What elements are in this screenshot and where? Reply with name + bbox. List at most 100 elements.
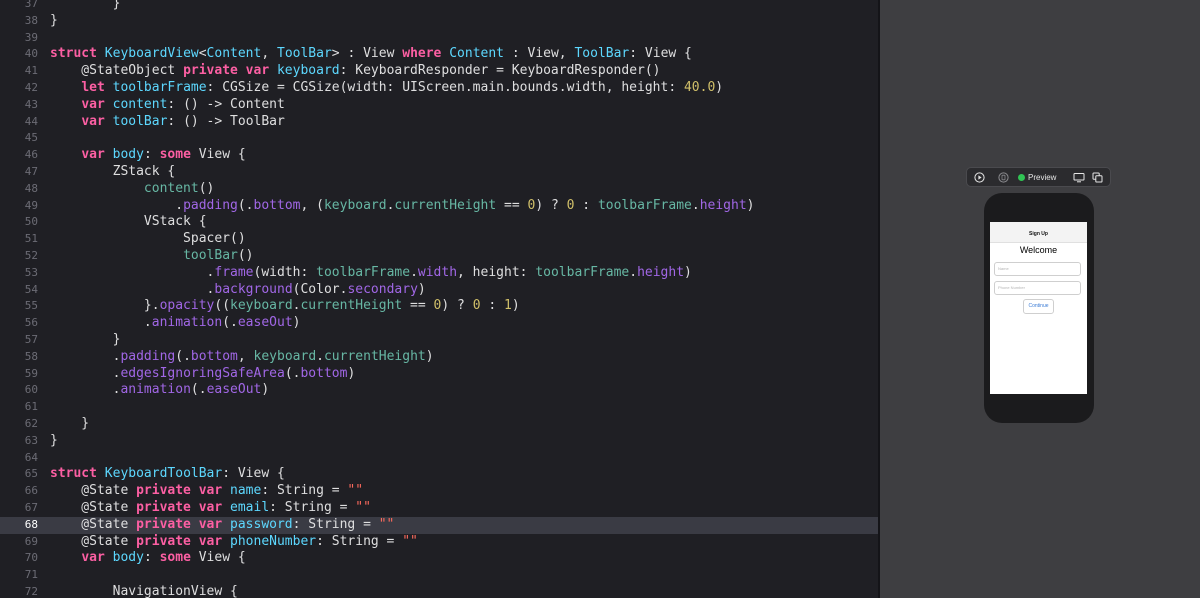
code-line[interactable]: 65 struct KeyboardToolBar: View { [0, 466, 878, 483]
code-token: padding [183, 197, 238, 213]
code-text[interactable]: VStack { [50, 214, 207, 231]
code-line[interactable]: 69 @State private var phoneNumber: Strin… [0, 534, 878, 551]
code-token: : String = [316, 533, 403, 549]
inspect-icon[interactable] [994, 168, 1012, 186]
code-line[interactable]: 71 [0, 567, 878, 584]
code-line[interactable]: 44 var toolBar: () -> ToolBar [0, 114, 878, 131]
code-token: (. [190, 382, 207, 398]
code-text[interactable]: .padding(.bottom, (keyboard.currentHeigh… [50, 198, 754, 215]
code-text[interactable]: struct KeyboardView<Content, ToolBar> : … [50, 46, 692, 63]
code-text[interactable]: } [50, 0, 121, 13]
line-number: 44 [24, 114, 38, 128]
code-line[interactable]: 43 var content: () -> Content [0, 97, 878, 114]
code-text[interactable]: struct KeyboardToolBar: View { [50, 466, 285, 483]
code-text[interactable]: ZStack { [50, 164, 176, 181]
code-text[interactable]: var content: () -> Content [50, 97, 285, 114]
code-text[interactable]: @State private var name: String = "" [50, 483, 363, 500]
code-token: @State [50, 516, 137, 532]
code-text[interactable]: } [50, 13, 58, 30]
code-text[interactable]: @State private var phoneNumber: String =… [50, 534, 418, 551]
code-text[interactable]: .padding(.bottom, keyboard.currentHeight… [50, 349, 434, 366]
code-line[interactable]: 59 .edgesIgnoringSafeArea(.bottom) [0, 366, 878, 383]
code-line[interactable]: 63} [0, 433, 878, 450]
code-line[interactable]: 52 toolBar() [0, 248, 878, 265]
code-line[interactable]: 48 content() [0, 181, 878, 198]
code-line[interactable]: 66 @State private var name: String = "" [0, 483, 878, 500]
preview-status[interactable]: Preview [1018, 173, 1056, 182]
line-number: 57 [24, 333, 38, 346]
code-token: toolBar [112, 113, 168, 129]
code-text[interactable]: Spacer() [50, 231, 246, 248]
code-token: Content [449, 46, 505, 62]
code-line[interactable]: 46 var body: some View { [0, 147, 878, 164]
code-text[interactable]: } [50, 332, 121, 349]
code-text[interactable]: .animation(.easeOut) [50, 382, 270, 399]
code-line[interactable]: 55 }.opacity((keyboard.currentHeight == … [0, 298, 878, 315]
live-preview-icon[interactable] [970, 168, 988, 186]
code-line[interactable]: 62 } [0, 416, 878, 433]
code-text[interactable]: var body: some View { [50, 147, 246, 164]
code-line[interactable]: 64 [0, 450, 878, 467]
code-line[interactable]: 53 .frame(width: toolbarFrame.width, hei… [0, 265, 878, 282]
code-line[interactable]: 54 .background(Color.secondary) [0, 282, 878, 299]
code-text[interactable]: .edgesIgnoringSafeArea(.bottom) [50, 366, 356, 383]
code-text[interactable]: @StateObject private var keyboard: Keybo… [50, 63, 660, 80]
code-token: height [637, 264, 685, 280]
code-token: (width: [253, 264, 317, 280]
code-token: View { [198, 147, 246, 163]
name-field[interactable]: Name [994, 262, 1081, 276]
code-line[interactable]: 42 let toolbarFrame: CGSize = CGSize(wid… [0, 80, 878, 97]
code-line[interactable]: 50 VStack { [0, 214, 878, 231]
code-line[interactable]: 51 Spacer() [0, 231, 878, 248]
code-line[interactable]: 47 ZStack { [0, 164, 878, 181]
code-text[interactable]: var body: some View { [50, 550, 245, 567]
code-text[interactable]: } [50, 433, 58, 450]
code-text[interactable]: @State private var password: String = "" [50, 517, 394, 534]
code-line[interactable]: 67 @State private var email: String = "" [0, 500, 878, 517]
code-line[interactable]: 61 [0, 399, 878, 416]
code-line[interactable]: 49 .padding(.bottom, (keyboard.currentHe… [0, 198, 878, 215]
code-line[interactable]: 60 .animation(.easeOut) [0, 382, 878, 399]
code-text[interactable]: var toolBar: () -> ToolBar [50, 114, 285, 131]
code-line[interactable]: 57 } [0, 332, 878, 349]
code-editor[interactable]: 37 } 38} 39 40 struct KeyboardView<Content, … [0, 0, 878, 598]
line-number: 65 [24, 467, 38, 481]
duplicate-preview-icon[interactable] [1088, 168, 1106, 186]
code-line[interactable]: 40 struct KeyboardView<Content, ToolBar> … [0, 46, 878, 63]
code-line[interactable]: 41 @StateObject private var keyboard: Ke… [0, 63, 878, 80]
device-settings-icon[interactable] [1070, 168, 1088, 186]
code-text[interactable]: toolBar() [50, 248, 253, 265]
code-token: 0 [472, 298, 481, 314]
code-text[interactable]: .frame(width: toolbarFrame.width, height… [50, 265, 692, 282]
code-line[interactable]: 56 .animation(.easeOut) [0, 315, 878, 332]
code-line[interactable]: 45 [0, 130, 878, 147]
code-token: . [50, 315, 152, 331]
code-line[interactable]: 39 [0, 30, 878, 47]
code-token: () [198, 180, 215, 196]
code-text[interactable]: @State private var email: String = "" [50, 500, 371, 517]
code-line[interactable]: 37 } [0, 0, 878, 13]
line-number: 46 [24, 148, 38, 162]
code-text[interactable]: .background(Color.secondary) [50, 282, 426, 299]
code-token: opacity [159, 298, 215, 314]
code-text[interactable]: }.opacity((keyboard.currentHeight == 0) … [50, 298, 520, 315]
code-text[interactable]: let toolbarFrame: CGSize = CGSize(width:… [50, 80, 723, 97]
code-text[interactable]: NavigationView { [50, 584, 238, 598]
continue-button[interactable]: Continue [1023, 299, 1054, 314]
code-text[interactable]: .animation(.easeOut) [50, 315, 301, 332]
line-number: 50 [24, 215, 38, 229]
code-line[interactable]: 58 .padding(.bottom, keyboard.currentHei… [0, 349, 878, 366]
code-line[interactable]: 68 @State private var password: String =… [0, 516, 878, 534]
code-token: some [159, 147, 199, 163]
code-token: . [50, 197, 184, 213]
code-token: ) [261, 382, 270, 398]
code-text[interactable]: } [50, 416, 89, 433]
code-line[interactable]: 38} [0, 13, 878, 30]
code-token: . [629, 264, 638, 280]
code-line[interactable]: 70 var body: some View { [0, 550, 878, 567]
code-line[interactable]: 72 NavigationView { [0, 584, 878, 598]
code-text[interactable]: content() [50, 181, 214, 198]
phone-number-field[interactable]: Phone Number [994, 281, 1081, 295]
